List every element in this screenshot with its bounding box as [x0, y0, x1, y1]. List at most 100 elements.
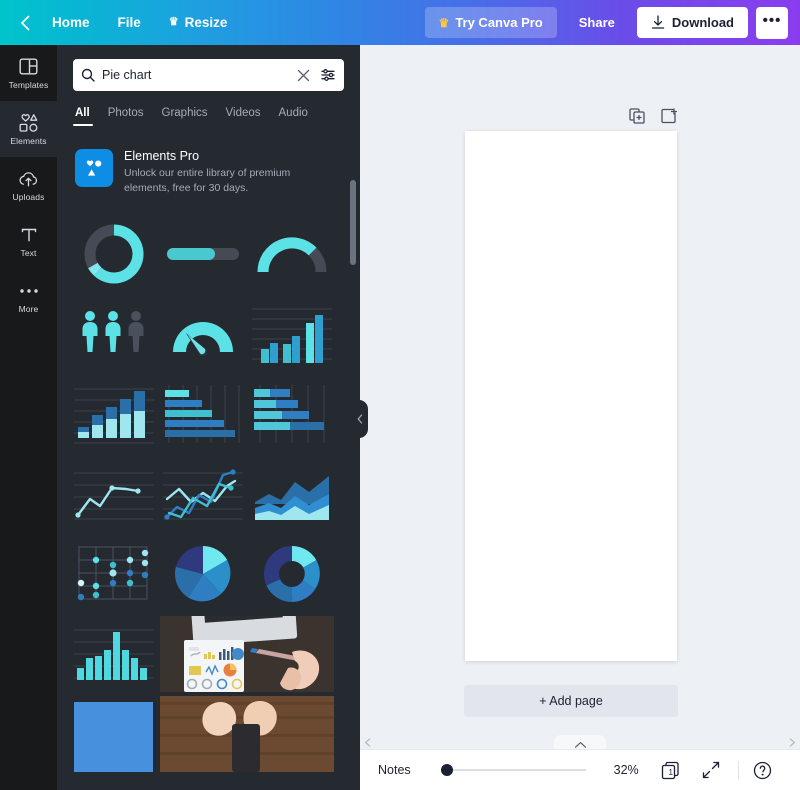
result-arc-gauge-chart[interactable]: [249, 216, 334, 292]
svg-text:1: 1: [668, 768, 673, 777]
left-rail: Templates Elements Uploads Text More: [0, 45, 57, 790]
chevron-up-icon: [574, 742, 586, 748]
question-circle-icon: [753, 761, 771, 779]
close-x-icon[interactable]: [297, 69, 310, 82]
results-grid: [57, 202, 360, 773]
notes-button[interactable]: Notes: [378, 763, 411, 777]
result-photo-charts-on-desk[interactable]: [160, 616, 334, 693]
area-chart-graphic: [254, 476, 329, 521]
result-pill-progress-bar[interactable]: [160, 216, 245, 292]
donut-progress-chart-graphic: [84, 224, 143, 284]
share-button[interactable]: Share: [565, 7, 629, 38]
elements-pro-promo[interactable]: Elements Pro Unlock our entire library o…: [75, 149, 342, 196]
result-blue-block-graphic[interactable]: [71, 696, 156, 773]
tab-all[interactable]: All: [73, 101, 99, 128]
menu-item-file-label: File: [117, 15, 141, 30]
elements-panel: All Photos Graphics Videos Audio Element…: [57, 45, 360, 790]
page-manager-button[interactable]: 1: [661, 761, 680, 780]
search-box[interactable]: [73, 59, 344, 91]
tab-photos[interactable]: Photos: [99, 101, 153, 128]
elements-icon: [18, 113, 39, 133]
add-page-label: + Add page: [539, 694, 603, 708]
tab-photos-label: Photos: [107, 107, 144, 119]
sidebar-item-templates[interactable]: Templates: [0, 45, 57, 101]
panel-results-scroll[interactable]: Elements Pro Unlock our entire library o…: [57, 133, 360, 790]
result-histogram-chart[interactable]: [71, 616, 156, 692]
duplicate-page-icon[interactable]: [629, 108, 645, 124]
download-icon: [651, 15, 665, 29]
help-button[interactable]: [753, 761, 772, 780]
tab-videos[interactable]: Videos: [217, 101, 270, 128]
result-people-pictogram-chart[interactable]: [71, 296, 156, 372]
more-options-button[interactable]: •••: [756, 6, 788, 39]
sidebar-item-elements[interactable]: Elements: [0, 101, 57, 157]
pie-chart-graphic: [174, 546, 230, 602]
result-horizontal-bar-chart[interactable]: [160, 376, 245, 452]
tab-videos-label: Videos: [225, 107, 261, 119]
result-stacked-column-chart[interactable]: [71, 376, 156, 452]
tab-graphics[interactable]: Graphics: [153, 101, 217, 128]
result-stacked-horizontal-bar-chart[interactable]: [249, 376, 334, 452]
result-line-chart[interactable]: [71, 456, 156, 532]
stacked-column-chart-graphic: [73, 388, 154, 444]
sliders-filter-icon[interactable]: [321, 68, 336, 82]
share-label: Share: [578, 15, 615, 30]
result-scatter-plot-chart[interactable]: [71, 536, 156, 612]
back-button[interactable]: [12, 0, 38, 45]
sidebar-item-text[interactable]: Text: [0, 213, 57, 269]
expand-notes-handle[interactable]: [554, 735, 606, 749]
ellipsis-icon: [19, 281, 39, 301]
result-area-chart[interactable]: [249, 456, 334, 532]
line-chart-graphic: [73, 472, 154, 520]
result-photo-hands-wood-table[interactable]: [160, 696, 334, 773]
result-donut-chart[interactable]: [249, 536, 334, 612]
menu-item-home-label: Home: [52, 15, 90, 30]
design-page-canvas[interactable]: [465, 131, 677, 661]
zoom-slider-track[interactable]: [452, 769, 586, 771]
download-button[interactable]: Download: [636, 7, 748, 38]
top-toolbar-left: Home File ♛ Resize: [0, 0, 241, 45]
menu-item-file[interactable]: File: [104, 9, 155, 36]
people-pictogram-graphic: [82, 311, 143, 353]
result-pie-chart[interactable]: [160, 536, 245, 612]
sidebar-item-text-label: Text: [20, 247, 37, 258]
download-label: Download: [671, 15, 734, 30]
upload-cloud-icon: [18, 169, 39, 189]
chevron-left-icon: [357, 414, 363, 424]
arc-gauge-chart-graphic: [256, 237, 326, 273]
zoom-slider[interactable]: [440, 764, 586, 776]
result-multi-line-chart[interactable]: [160, 456, 245, 532]
menu-item-home[interactable]: Home: [38, 9, 104, 36]
try-canva-pro-label: Try Canva Pro: [455, 15, 543, 30]
photo-charts-on-desk-graphic: [160, 616, 334, 693]
try-canva-pro-button[interactable]: ♛ Try Canva Pro: [424, 7, 557, 38]
scatter-plot-graphic: [77, 546, 148, 601]
result-ascending-bar-chart[interactable]: [249, 296, 334, 372]
pill-progress-bar-graphic: [166, 248, 239, 261]
horizontal-bar-chart-graphic: [164, 385, 239, 444]
add-page-button[interactable]: + Add page: [464, 685, 678, 717]
result-donut-progress-chart[interactable]: [71, 216, 156, 292]
crown-icon: ♛: [168, 16, 179, 28]
donut-chart-graphic: [263, 546, 320, 603]
notes-label: Notes: [378, 763, 411, 777]
result-speedometer-gauge-chart[interactable]: [160, 296, 245, 372]
sidebar-item-more[interactable]: More: [0, 269, 57, 325]
tab-audio[interactable]: Audio: [270, 101, 317, 128]
add-page-icon[interactable]: [661, 108, 677, 124]
expand-arrows-icon: [702, 761, 719, 779]
speedometer-gauge-graphic: [172, 322, 233, 357]
canva-editor-window: Home File ♛ Resize ♛ Try Canva Pro Share: [0, 0, 800, 790]
search-input[interactable]: [102, 68, 290, 82]
chevron-left-icon: [20, 15, 29, 30]
panel-scrollbar-thumb[interactable]: [350, 180, 356, 265]
text-t-icon: [20, 225, 38, 245]
sidebar-item-uploads[interactable]: Uploads: [0, 157, 57, 213]
elements-pro-title: Elements Pro: [124, 149, 200, 163]
menu-item-resize[interactable]: ♛ Resize: [155, 9, 242, 36]
tab-audio-label: Audio: [278, 107, 308, 119]
collapse-panel-handle[interactable]: [352, 400, 368, 438]
zoom-slider-knob[interactable]: [440, 764, 453, 776]
fullscreen-button[interactable]: [702, 761, 720, 779]
zoom-level-value: 32%: [613, 763, 639, 777]
